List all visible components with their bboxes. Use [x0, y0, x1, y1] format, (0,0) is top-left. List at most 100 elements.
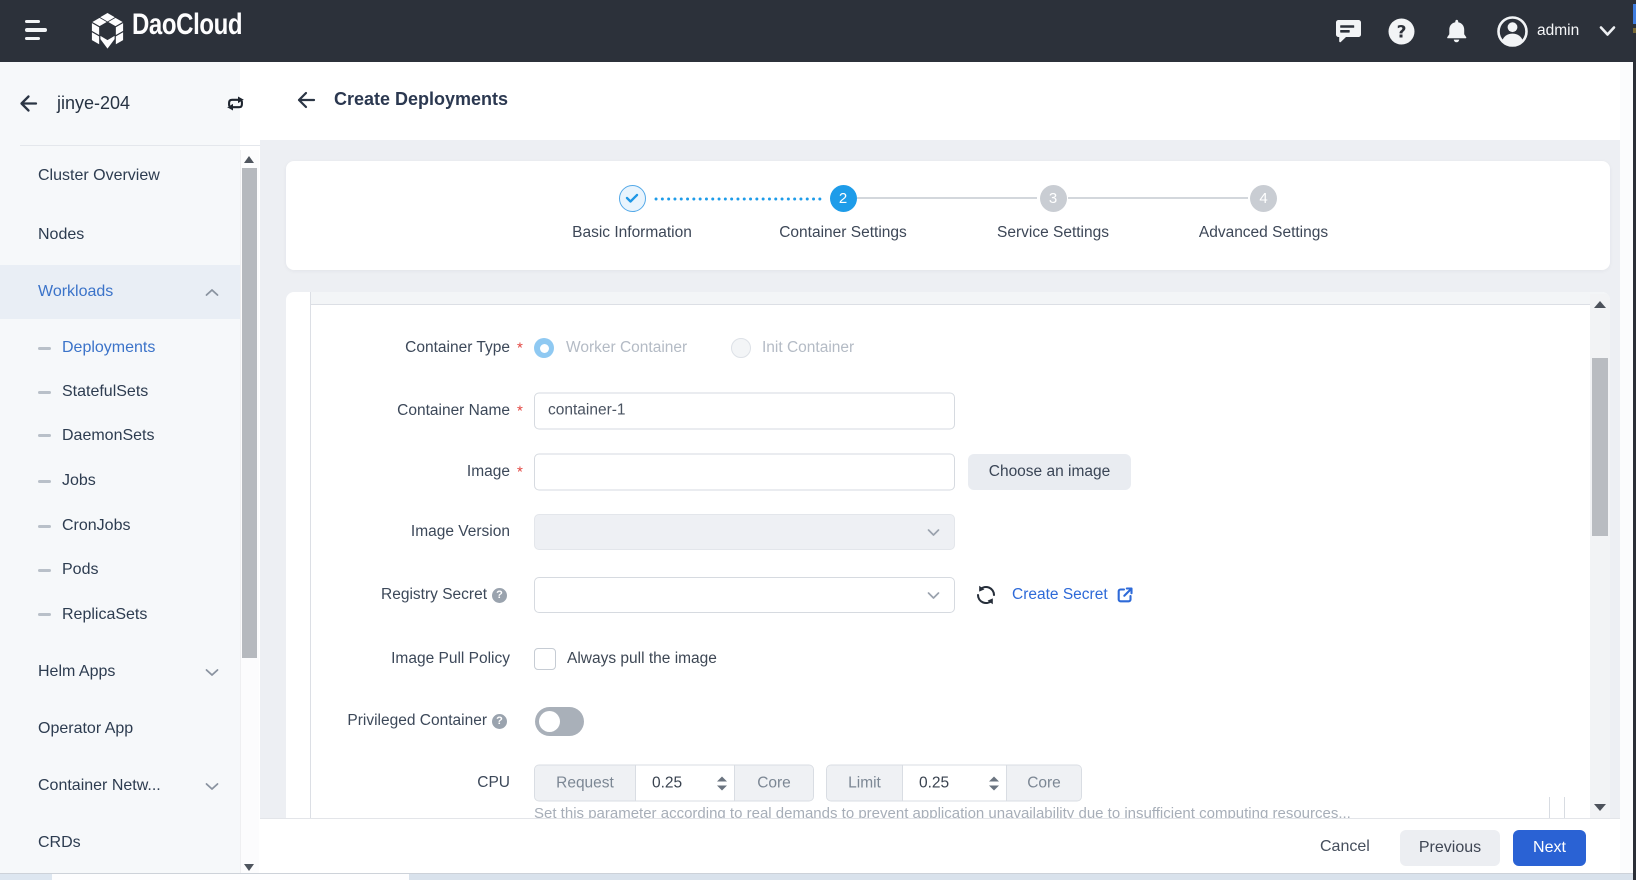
- scroll-down-arrow-icon[interactable]: [244, 864, 254, 871]
- wizard-footer: Cancel Previous Next: [260, 818, 1620, 874]
- sidebar-item-cluster-overview[interactable]: Cluster Overview: [0, 154, 240, 198]
- stepper-arrows[interactable]: [988, 774, 1000, 792]
- step-4-circle[interactable]: 4: [1250, 185, 1277, 212]
- input-value: container-1: [548, 402, 626, 420]
- page-back-icon[interactable]: [296, 90, 316, 110]
- dash-icon: [38, 569, 51, 572]
- chat-icon[interactable]: [1335, 18, 1362, 45]
- step-1-circle-done[interactable]: [619, 185, 646, 212]
- help-icon[interactable]: ?: [492, 714, 507, 729]
- chevron-down-icon: [927, 528, 940, 537]
- cpu-request-input[interactable]: 0.25: [635, 766, 735, 801]
- field-label: Container Name: [397, 402, 510, 420]
- step-2-label[interactable]: Container Settings: [733, 224, 953, 242]
- sidebar-item-daemonsets[interactable]: DaemonSets: [0, 414, 240, 458]
- image-input[interactable]: [534, 453, 955, 490]
- field-label: Container Type: [405, 339, 510, 357]
- choose-image-button[interactable]: Choose an image: [968, 454, 1131, 490]
- field-label: Image Pull Policy: [391, 650, 510, 668]
- field-label: Image Version: [411, 523, 510, 541]
- sidebar-item-deployments[interactable]: Deployments: [0, 326, 240, 370]
- radio-worker-container[interactable]: [534, 338, 554, 358]
- dash-icon: [38, 391, 51, 394]
- user-chevron-down-icon[interactable]: [1599, 25, 1616, 37]
- horizontal-scrollbar-thumb[interactable]: [0, 874, 52, 880]
- clipped-component-edge: [1564, 797, 1565, 818]
- sidebar-item-crds[interactable]: CRDs: [0, 821, 240, 865]
- user-name[interactable]: admin: [1537, 22, 1579, 40]
- sidebar-item-pods[interactable]: Pods: [0, 548, 240, 592]
- form-top-strip: [310, 292, 1610, 305]
- horizontal-scrollbar-thumb[interactable]: [52, 874, 409, 880]
- sidebar-item-label: Helm Apps: [38, 663, 115, 681]
- step-number: 3: [1049, 190, 1057, 207]
- sidebar-item-helm-apps[interactable]: Helm Apps: [0, 650, 240, 694]
- cancel-button[interactable]: Cancel: [1320, 819, 1370, 875]
- field-label: CPU: [477, 774, 510, 792]
- sidebar-item-label: Pods: [62, 561, 98, 579]
- sidebar-item-label: Nodes: [38, 226, 84, 244]
- sidebar-item-statefulsets[interactable]: StatefulSets: [0, 370, 240, 414]
- help-icon[interactable]: ?: [492, 588, 507, 603]
- check-icon: [620, 186, 644, 210]
- hamburger-menu-icon[interactable]: [25, 20, 47, 41]
- scroll-up-arrow-icon[interactable]: [1594, 301, 1606, 308]
- dash-icon: [38, 480, 51, 483]
- sidebar-item-label: ReplicaSets: [62, 606, 147, 624]
- cluster-name[interactable]: jinye-204: [57, 93, 130, 114]
- step-number: 2: [839, 190, 847, 207]
- privileged-toggle-off[interactable]: [535, 707, 584, 736]
- chevron-down-icon: [205, 782, 219, 791]
- bell-icon[interactable]: [1443, 18, 1470, 45]
- chevron-up-icon: [205, 288, 219, 297]
- sidebar-item-label: DaemonSets: [62, 427, 155, 445]
- step-4-label[interactable]: Advanced Settings: [1154, 224, 1374, 242]
- image-version-select[interactable]: [534, 514, 955, 550]
- sidebar-item-label: Jobs: [62, 472, 96, 490]
- sidebar-item-container-network[interactable]: Container Netw...: [0, 764, 240, 808]
- step-1-label[interactable]: Basic Information: [522, 224, 742, 242]
- sidebar-item-workloads[interactable]: Workloads: [0, 265, 240, 319]
- radio-label[interactable]: Worker Container: [566, 339, 687, 357]
- next-button[interactable]: Next: [1513, 830, 1586, 866]
- stepper-arrows[interactable]: [716, 774, 728, 792]
- refresh-icon[interactable]: [975, 584, 997, 606]
- form-scrollbar-thumb[interactable]: [1592, 358, 1608, 536]
- window-scrollbar-gutter[interactable]: [1620, 62, 1633, 880]
- registry-secret-select[interactable]: [534, 577, 955, 613]
- sidebar-item-nodes[interactable]: Nodes: [0, 213, 240, 257]
- sidebar-back-icon[interactable]: [19, 94, 38, 113]
- container-name-input[interactable]: container-1: [534, 392, 955, 429]
- container-settings-form: Container Type * Worker Container Init C…: [286, 292, 1610, 818]
- cpu-limit-input[interactable]: 0.25: [902, 766, 1007, 801]
- clipped-component-edge: [1549, 797, 1550, 818]
- radio-init-container[interactable]: [731, 338, 751, 358]
- sidebar-item-label: CRDs: [38, 834, 81, 852]
- step-2-circle-active[interactable]: 2: [830, 185, 857, 212]
- step-3-circle[interactable]: 3: [1040, 185, 1067, 212]
- sidebar-item-jobs[interactable]: Jobs: [0, 459, 240, 503]
- create-secret-link[interactable]: Create Secret: [1012, 586, 1108, 604]
- sidebar-item-operator-app[interactable]: Operator App: [0, 707, 240, 751]
- sidebar-item-replicasets[interactable]: ReplicaSets: [0, 593, 240, 637]
- avatar-icon[interactable]: [1497, 16, 1528, 47]
- scroll-down-arrow-icon[interactable]: [1594, 804, 1606, 811]
- form-scrollbar-track[interactable]: [1590, 294, 1610, 818]
- sidebar-item-cronjobs[interactable]: CronJobs: [0, 504, 240, 548]
- sidebar: jinye-204 Cluster Overview Nodes Workloa…: [0, 62, 240, 880]
- required-asterisk: *: [517, 340, 523, 357]
- always-pull-checkbox[interactable]: [534, 648, 556, 670]
- checkbox-label[interactable]: Always pull the image: [567, 650, 717, 668]
- scroll-up-arrow-icon[interactable]: [244, 156, 254, 163]
- stepper-connector: [857, 197, 1037, 199]
- cluster-switch-icon[interactable]: [226, 94, 245, 113]
- field-label: Privileged Container: [347, 712, 487, 730]
- sidebar-scrollbar-thumb[interactable]: [242, 168, 257, 658]
- help-icon[interactable]: ?: [1388, 18, 1415, 45]
- step-3-label[interactable]: Service Settings: [943, 224, 1163, 242]
- daocloud-logo[interactable]: DaoCloud: [90, 11, 240, 51]
- external-link-icon[interactable]: [1116, 586, 1134, 604]
- required-asterisk: *: [517, 463, 523, 480]
- previous-button[interactable]: Previous: [1400, 830, 1500, 866]
- radio-label[interactable]: Init Container: [762, 339, 854, 357]
